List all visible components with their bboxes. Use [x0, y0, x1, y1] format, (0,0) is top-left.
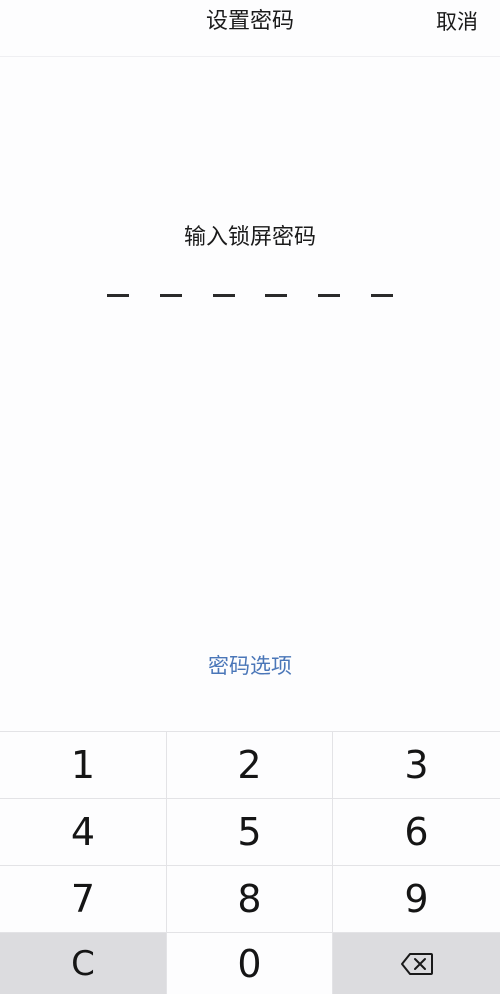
- pin-slot: [370, 294, 393, 297]
- key-1[interactable]: 1: [0, 732, 167, 799]
- key-9[interactable]: 9: [333, 866, 500, 933]
- pin-slot: [212, 294, 235, 297]
- pin-slot: [159, 294, 182, 297]
- key-2[interactable]: 2: [167, 732, 333, 799]
- password-prompt: 输入锁屏密码: [183, 225, 316, 250]
- key-4[interactable]: 4: [0, 799, 167, 866]
- backspace-key[interactable]: [333, 933, 500, 994]
- top-bar: 设置密码 取消: [0, 0, 500, 57]
- pin-slot: [318, 294, 341, 297]
- key-8[interactable]: 8: [167, 866, 333, 933]
- key-3[interactable]: 3: [333, 732, 500, 799]
- backspace-icon: [400, 953, 433, 975]
- key-6[interactable]: 6: [333, 799, 500, 866]
- clear-key[interactable]: C: [0, 933, 167, 994]
- key-5[interactable]: 5: [167, 799, 333, 866]
- password-options-link[interactable]: 密码选项: [0, 646, 500, 686]
- pin-slot: [265, 294, 288, 297]
- page-title: 设置密码: [205, 9, 294, 34]
- numeric-keypad: 1 2 3 4 5 6 7 8 9 C 0: [0, 731, 500, 994]
- cancel-button[interactable]: 取消: [436, 0, 478, 44]
- pin-slot: [107, 294, 129, 297]
- key-0[interactable]: 0: [167, 933, 333, 994]
- pin-indicator: [107, 294, 393, 298]
- set-password-screen: 设置密码 取消 输入锁屏密码 密码选项 1 2 3 4 5 6 7 8 9 C …: [0, 0, 500, 994]
- key-7[interactable]: 7: [0, 866, 167, 933]
